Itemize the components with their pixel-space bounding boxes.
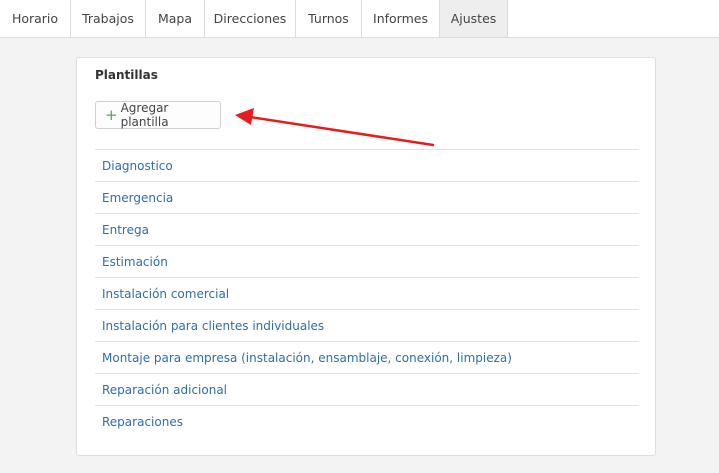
- templates-list: Diagnostico Emergencia Entrega Estimació…: [95, 149, 639, 437]
- template-link-instalacion-clientes[interactable]: Instalación para clientes individuales: [102, 319, 324, 333]
- list-item: Instalación comercial: [95, 278, 639, 310]
- template-link-reparacion-adicional[interactable]: Reparación adicional: [102, 383, 227, 397]
- list-item: Diagnostico: [95, 150, 639, 182]
- templates-panel: Plantillas + Agregar plantilla Diagnosti…: [76, 57, 656, 456]
- list-item: Instalación para clientes individuales: [95, 310, 639, 342]
- list-item: Reparación adicional: [95, 374, 639, 406]
- tab-informes[interactable]: Informes: [362, 0, 440, 37]
- tab-mapa[interactable]: Mapa: [146, 0, 205, 37]
- list-item: Emergencia: [95, 182, 639, 214]
- list-item: Entrega: [95, 214, 639, 246]
- tab-turnos[interactable]: Turnos: [296, 0, 362, 37]
- template-link-entrega[interactable]: Entrega: [102, 223, 149, 237]
- add-template-button[interactable]: + Agregar plantilla: [95, 101, 221, 129]
- tab-label: Turnos: [308, 11, 349, 26]
- plus-icon: +: [105, 105, 118, 124]
- template-link-estimacion[interactable]: Estimación: [102, 255, 168, 269]
- tab-horario[interactable]: Horario: [0, 0, 71, 37]
- template-link-reparaciones[interactable]: Reparaciones: [102, 415, 183, 429]
- list-item: Reparaciones: [95, 406, 639, 437]
- tab-label: Direcciones: [213, 11, 287, 26]
- template-link-montaje-empresa[interactable]: Montaje para empresa (instalación, ensam…: [102, 351, 512, 365]
- tab-label: Informes: [373, 11, 428, 26]
- template-link-emergencia[interactable]: Emergencia: [102, 191, 173, 205]
- tab-direcciones[interactable]: Direcciones: [205, 0, 296, 37]
- panel-title: Plantillas: [95, 68, 158, 82]
- tab-label: Trabajos: [82, 11, 134, 26]
- tab-trabajos[interactable]: Trabajos: [71, 0, 146, 37]
- tab-ajustes[interactable]: Ajustes: [440, 0, 508, 37]
- tab-label: Mapa: [157, 11, 193, 26]
- tab-label: Ajustes: [450, 11, 497, 26]
- list-item: Estimación: [95, 246, 639, 278]
- tab-label: Horario: [11, 11, 59, 26]
- top-nav-tabs: Horario Trabajos Mapa Direcciones Turnos…: [0, 0, 719, 38]
- template-link-diagnostico[interactable]: Diagnostico: [102, 159, 173, 173]
- template-link-instalacion-comercial[interactable]: Instalación comercial: [102, 287, 229, 301]
- list-item: Montaje para empresa (instalación, ensam…: [95, 342, 639, 374]
- add-template-label: Agregar plantilla: [120, 101, 169, 129]
